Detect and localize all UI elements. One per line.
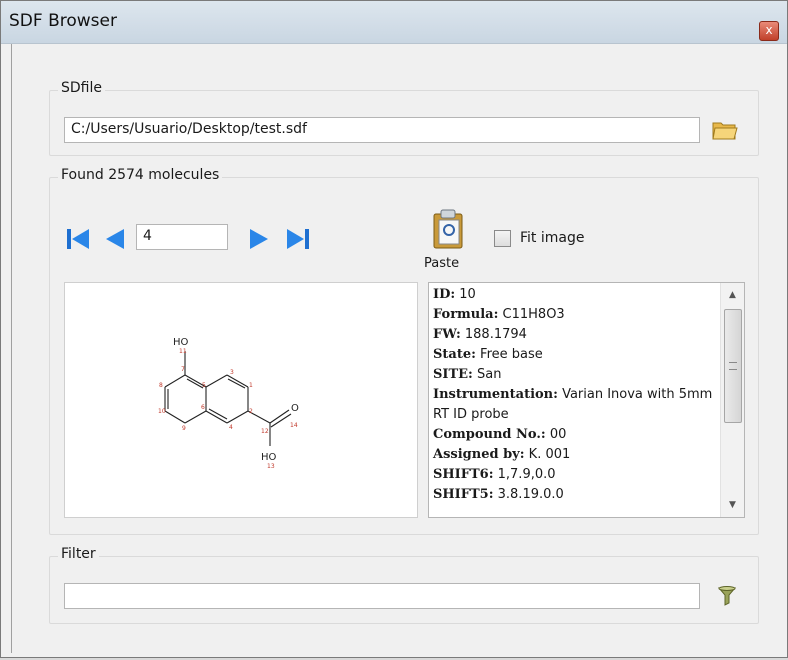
atom-number: 10: [158, 408, 166, 415]
property-row: Compound No.: 00: [433, 425, 718, 445]
property-row: ID: 10: [433, 285, 718, 305]
folder-open-icon[interactable]: [712, 119, 738, 141]
close-icon: x: [765, 23, 773, 37]
paste-button-label[interactable]: Paste: [424, 256, 459, 271]
property-value: 00: [545, 427, 567, 442]
sdfile-group-label: SDfile: [58, 80, 105, 96]
atom-label: HO: [261, 452, 277, 463]
atom-number: 7: [181, 366, 185, 373]
atom-number: 5: [202, 382, 206, 389]
property-key: SHIFT5:: [433, 487, 494, 502]
fit-image-label[interactable]: Fit image: [520, 230, 584, 246]
close-button[interactable]: x: [759, 21, 779, 41]
property-row: SITE: San: [433, 365, 718, 385]
next-record-icon[interactable]: [246, 226, 274, 252]
property-row: SHIFT6: 1,7.9,0.0: [433, 465, 718, 485]
property-key: Formula:: [433, 307, 499, 322]
atom-label: O: [291, 403, 299, 414]
properties-text: ID: 10 Formula: C11H8O3 FW: 188.1794 Sta…: [433, 285, 718, 505]
property-key: ID:: [433, 287, 456, 302]
atom-number: 9: [182, 425, 186, 432]
property-key: Compound No.:: [433, 427, 546, 442]
molecule-structure-diagram: HO 11 7 8 6 5 4 3 2 1 9 10 12 O 14 HO 13: [158, 337, 299, 470]
scroll-thumb[interactable]: [724, 309, 742, 423]
atom-number: 2: [249, 408, 253, 415]
atom-number: 3: [230, 369, 234, 376]
atom-number: 1: [249, 382, 253, 389]
record-index-value: 4: [143, 228, 152, 244]
grip-icon: [729, 362, 737, 370]
property-value: Free base: [475, 347, 543, 362]
molecules-group: Found 2574 molecules 4 Paste Fit image H…: [49, 167, 759, 535]
sdfile-path-input[interactable]: C:/Users/Usuario/Desktop/test.sdf: [64, 117, 700, 143]
structure-view: HO 11 7 8 6 5 4 3 2 1 9 10 12 O 14 HO 13: [64, 282, 418, 518]
previous-record-icon[interactable]: [100, 226, 128, 252]
sdfile-group: SDfile C:/Users/Usuario/Desktop/test.sdf: [49, 80, 759, 156]
property-value: 3.8.19.0.0: [493, 487, 564, 502]
atom-number: 4: [229, 424, 233, 431]
dialog-body: SDfile C:/Users/Usuario/Desktop/test.sdf…: [11, 44, 775, 653]
scroll-down-icon[interactable]: ▼: [721, 495, 744, 515]
property-row: FW: 188.1794: [433, 325, 718, 345]
property-key: Instrumentation:: [433, 387, 558, 402]
property-row: Assigned by: K. 001: [433, 445, 718, 465]
properties-scrollbar[interactable]: ▲ ▼: [720, 283, 744, 517]
molecule-count-label: Found 2574 molecules: [58, 167, 223, 183]
atom-number: 8: [159, 382, 163, 389]
sdf-browser-window: SDF Browser x SDfile C:/Users/Usuario/De…: [0, 0, 788, 658]
atom-number: 11: [179, 348, 187, 355]
atom-number: 12: [261, 428, 269, 435]
fit-image-checkbox[interactable]: [494, 230, 511, 247]
first-record-icon[interactable]: [64, 226, 92, 252]
scroll-up-icon[interactable]: ▲: [721, 285, 744, 305]
property-value: 188.1794: [460, 327, 527, 342]
last-record-icon[interactable]: [284, 226, 312, 252]
filter-funnel-icon[interactable]: [718, 586, 736, 606]
filter-group: Filter: [49, 546, 759, 624]
property-key: SITE:: [433, 367, 473, 382]
property-value: C11H8O3: [498, 307, 565, 322]
property-key: State:: [433, 347, 476, 362]
paste-clipboard-icon[interactable]: [426, 208, 472, 252]
filter-group-label: Filter: [58, 546, 99, 562]
atom-number: 6: [201, 404, 205, 411]
property-row: SHIFT5: 3.8.19.0.0: [433, 485, 718, 505]
property-value: San: [472, 367, 502, 382]
property-value: 10: [455, 287, 476, 302]
property-row: Formula: C11H8O3: [433, 305, 718, 325]
molecule-properties-panel[interactable]: ID: 10 Formula: C11H8O3 FW: 188.1794 Sta…: [428, 282, 745, 518]
property-row: State: Free base: [433, 345, 718, 365]
property-value: 1,7.9,0.0: [493, 467, 556, 482]
title-bar[interactable]: SDF Browser x: [1, 1, 787, 44]
filter-input[interactable]: [64, 583, 700, 609]
property-row: Instrumentation: Varian Inova with 5mm R…: [433, 385, 718, 425]
atom-number: 14: [290, 422, 298, 429]
property-key: SHIFT6:: [433, 467, 494, 482]
sdfile-path-text: C:/Users/Usuario/Desktop/test.sdf: [71, 121, 307, 137]
property-key: Assigned by:: [433, 447, 525, 462]
property-value: K. 001: [524, 447, 571, 462]
atom-number: 13: [267, 463, 275, 470]
atom-label: HO: [173, 337, 189, 348]
window-title: SDF Browser: [9, 11, 117, 31]
record-index-input[interactable]: 4: [136, 224, 228, 250]
property-key: FW:: [433, 327, 461, 342]
